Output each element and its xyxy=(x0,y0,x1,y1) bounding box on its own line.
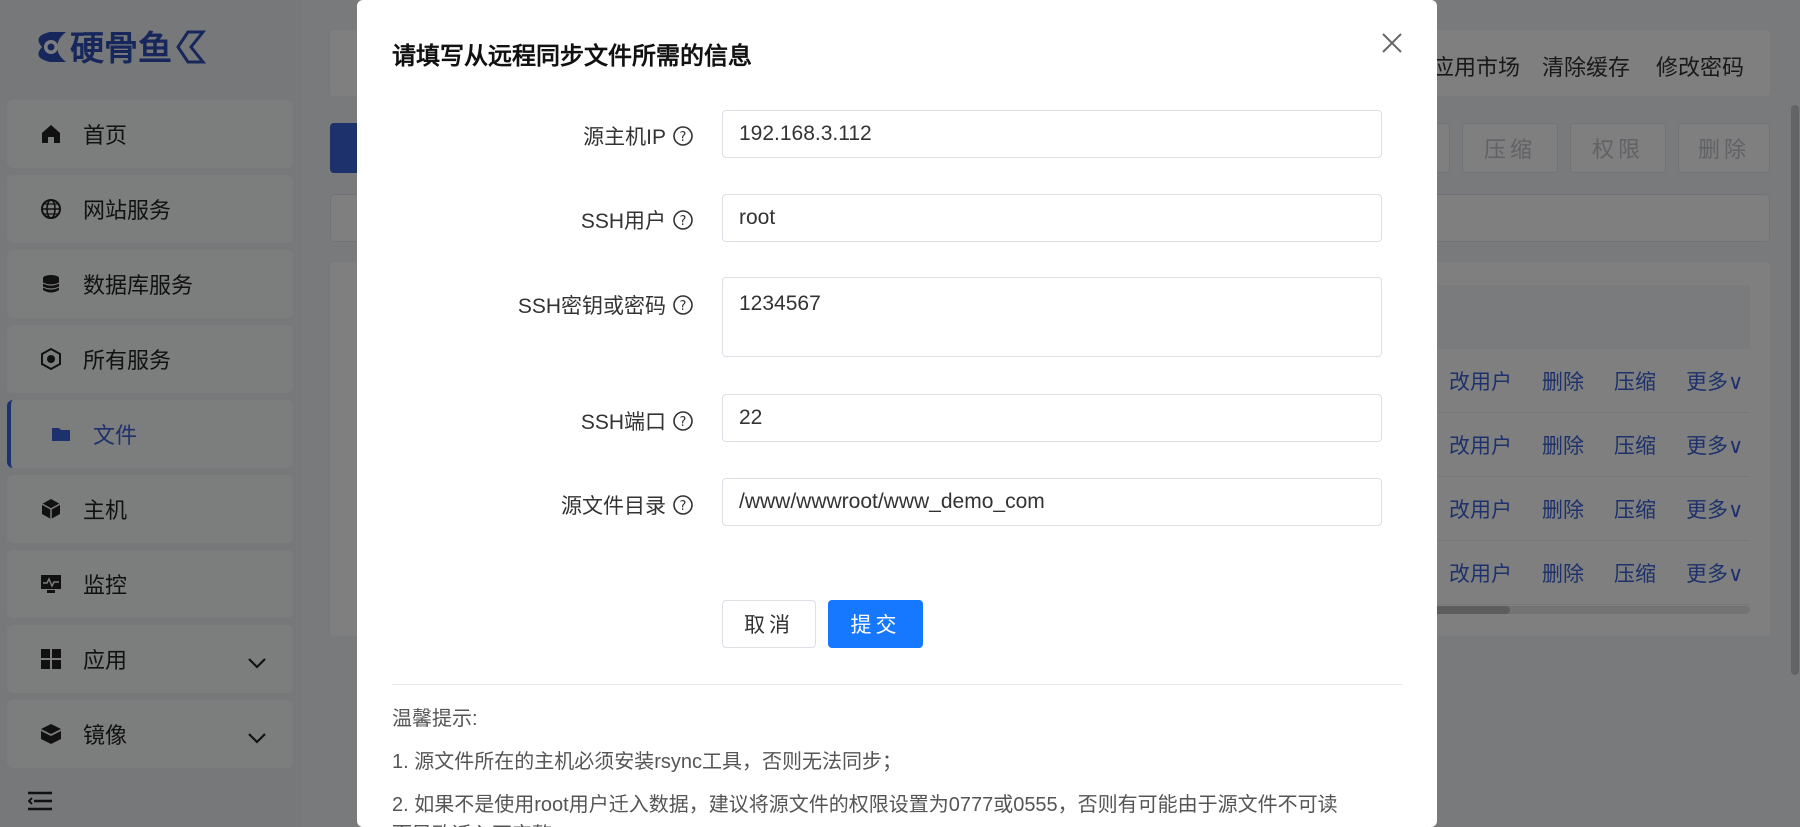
dialog-title: 请填写从远程同步文件所需的信息 xyxy=(392,43,752,70)
source-ip-label: 源主机IP ? xyxy=(583,121,694,151)
help-icon[interactable]: ? xyxy=(672,125,694,147)
submit-button[interactable]: 提交 xyxy=(828,600,923,648)
source-dir-input[interactable] xyxy=(722,478,1382,526)
help-icon[interactable]: ? xyxy=(672,294,694,316)
tips-title: 温馨提示: xyxy=(392,708,478,730)
ssh-password-textarea[interactable]: 1234567 xyxy=(722,277,1382,357)
tip-line-1: 1. 源文件所在的主机必须安装rsync工具，否则无法同步； xyxy=(392,751,903,773)
source-ip-input[interactable] xyxy=(722,110,1382,158)
help-icon[interactable]: ? xyxy=(672,494,694,516)
close-icon[interactable] xyxy=(1377,28,1407,58)
tip-line-2: 2. 如果不是使用root用户迁入数据，建议将源文件的权限设置为0777或055… xyxy=(392,794,1338,816)
remote-sync-dialog: 请填写从远程同步文件所需的信息 源主机IP ? SSH用户 ? SSH密钥或密码… xyxy=(357,0,1437,827)
ssh-user-label: SSH用户 ? xyxy=(581,205,694,235)
ssh-port-label: SSH端口 ? xyxy=(581,406,694,436)
svg-text:?: ? xyxy=(680,415,687,430)
help-icon[interactable]: ? xyxy=(672,410,694,432)
tip-line-2-continued: 而导致迁入不完整 xyxy=(392,818,552,827)
svg-text:?: ? xyxy=(680,299,687,314)
cancel-button[interactable]: 取消 xyxy=(722,600,816,648)
svg-text:?: ? xyxy=(680,214,687,229)
svg-text:?: ? xyxy=(680,499,687,514)
source-dir-label: 源文件目录 ? xyxy=(561,490,694,520)
help-icon[interactable]: ? xyxy=(672,209,694,231)
svg-text:?: ? xyxy=(680,130,687,145)
ssh-password-label: SSH密钥或密码 ? xyxy=(518,290,694,320)
divider xyxy=(392,684,1402,685)
ssh-port-input[interactable] xyxy=(722,394,1382,442)
ssh-user-input[interactable] xyxy=(722,194,1382,242)
